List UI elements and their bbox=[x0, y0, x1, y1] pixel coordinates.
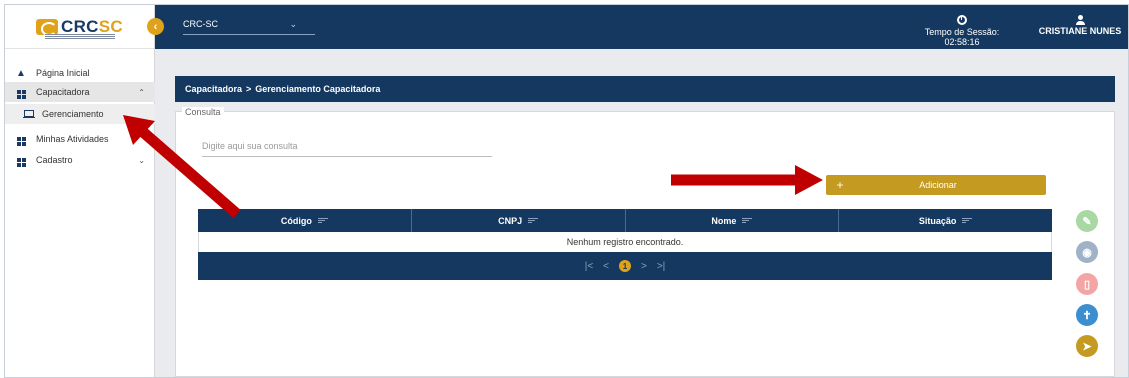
breadcrumb-separator: > bbox=[246, 84, 252, 94]
send-button[interactable]: ➤ bbox=[1076, 335, 1098, 357]
logo-text-main: CRC bbox=[61, 16, 99, 36]
chevron-down-icon: ⌄ bbox=[138, 155, 145, 165]
chevron-up-icon: ⌃ bbox=[138, 87, 145, 97]
app-window: CRCSC ▲ Página Inicial Capacitadora ⌃ Ge… bbox=[4, 4, 1129, 378]
sort-icon bbox=[742, 218, 753, 223]
breadcrumb: Capacitadora > Gerenciamento Capacitador… bbox=[175, 76, 1115, 102]
delete-button[interactable]: ▯ bbox=[1076, 273, 1098, 295]
logo[interactable]: CRCSC bbox=[5, 5, 154, 49]
grid-icon bbox=[15, 86, 27, 99]
user-name: CRISTIANE NUNES bbox=[1038, 26, 1122, 36]
crc-logo-icon bbox=[36, 18, 59, 36]
send-icon: ➤ bbox=[1082, 340, 1092, 353]
table-header: Código CNPJ Nome Situação bbox=[198, 209, 1052, 232]
eye-icon: ◉ bbox=[1082, 246, 1092, 259]
pencil-icon: ✎ bbox=[1082, 215, 1092, 228]
column-label: Nome bbox=[711, 215, 737, 226]
grid-icon bbox=[15, 154, 27, 167]
chevron-left-icon: ‹ bbox=[153, 20, 158, 33]
org-select-value: CRC-SC bbox=[183, 19, 218, 29]
column-header-codigo[interactable]: Código bbox=[198, 209, 412, 232]
column-header-nome[interactable]: Nome bbox=[626, 209, 840, 232]
column-label: Situação bbox=[918, 215, 957, 226]
column-header-cnpj[interactable]: CNPJ bbox=[412, 209, 626, 232]
edit-button[interactable]: ✎ bbox=[1076, 210, 1098, 232]
chevron-down-icon: ⌄ bbox=[289, 19, 297, 29]
breadcrumb-parent[interactable]: Capacitadora bbox=[185, 84, 242, 94]
empty-message: Nenhum registro encontrado. bbox=[198, 232, 1052, 252]
session-timer: Tempo de Sessão: 02:58:16 bbox=[907, 15, 1017, 47]
search-input[interactable]: Digite aqui sua consulta bbox=[202, 141, 492, 157]
clock-icon bbox=[957, 15, 967, 25]
sidebar-item-label: Página Inicial bbox=[36, 68, 90, 78]
first-page-button[interactable]: |< bbox=[585, 261, 593, 272]
collapse-sidebar-button[interactable]: ‹ bbox=[147, 18, 164, 35]
home-icon: ▲ bbox=[16, 67, 26, 79]
add-button-label: Adicionar bbox=[919, 180, 957, 190]
top-bar: CRC-SC ⌄ Tempo de Sessão: 02:58:16 CRIST… bbox=[155, 5, 1128, 49]
pagination: |< < 1 > >| bbox=[198, 252, 1052, 280]
consulta-legend: Consulta bbox=[182, 107, 224, 117]
org-select[interactable]: CRC-SC ⌄ bbox=[183, 19, 315, 35]
sidebar-item-cadastro[interactable]: Cadastro ⌄ bbox=[5, 150, 155, 170]
column-header-situacao[interactable]: Situação bbox=[839, 209, 1052, 232]
column-label: CNPJ bbox=[498, 215, 523, 226]
current-page-button[interactable]: 1 bbox=[619, 260, 631, 272]
sidebar-item-label: Gerenciamento bbox=[42, 109, 104, 119]
user-icon bbox=[1075, 15, 1085, 25]
column-label: Código bbox=[280, 215, 312, 226]
breadcrumb-current: Gerenciamento Capacitadora bbox=[255, 84, 381, 94]
sidebar-item-gerenciamento[interactable]: Gerenciamento bbox=[5, 104, 155, 124]
results-table: Código CNPJ Nome Situação Nenhum registr… bbox=[198, 209, 1052, 280]
logo-text-accent: SC bbox=[98, 16, 123, 36]
last-page-button[interactable]: >| bbox=[657, 261, 665, 272]
person-icon: ✝ bbox=[1082, 309, 1092, 322]
grid-icon bbox=[15, 133, 27, 146]
consulta-panel: Consulta Digite aqui sua consulta + Adic… bbox=[175, 107, 1115, 377]
view-button[interactable]: ◉ bbox=[1076, 241, 1098, 263]
accessibility-button[interactable]: ✝ bbox=[1076, 304, 1098, 326]
add-button[interactable]: + Adicionar bbox=[826, 175, 1046, 195]
sort-icon bbox=[317, 218, 328, 223]
sidebar-item-label: Minhas Atividades bbox=[36, 134, 109, 144]
trash-icon: ▯ bbox=[1083, 278, 1091, 291]
logo-subtitle-lines bbox=[45, 34, 115, 40]
sidebar-item-minhas-atividades[interactable]: Minhas Atividades bbox=[5, 129, 155, 149]
sidebar: CRCSC ▲ Página Inicial Capacitadora ⌃ Ge… bbox=[5, 5, 155, 377]
sidebar-item-label: Capacitadora bbox=[36, 87, 90, 97]
sort-icon bbox=[528, 218, 539, 223]
sidebar-item-capacitadora[interactable]: Capacitadora ⌃ bbox=[5, 82, 155, 102]
next-page-button[interactable]: > bbox=[641, 261, 647, 272]
sidebar-item-label: Cadastro bbox=[36, 155, 73, 165]
sort-icon bbox=[962, 218, 973, 223]
user-menu[interactable]: CRISTIANE NUNES bbox=[1025, 15, 1128, 36]
laptop-icon bbox=[23, 109, 35, 120]
sidebar-item-pagina-inicial[interactable]: ▲ Página Inicial bbox=[5, 63, 155, 83]
session-label: Tempo de Sessão: 02:58:16 bbox=[924, 27, 1000, 47]
plus-icon: + bbox=[836, 178, 844, 192]
prev-page-button[interactable]: < bbox=[603, 261, 609, 272]
